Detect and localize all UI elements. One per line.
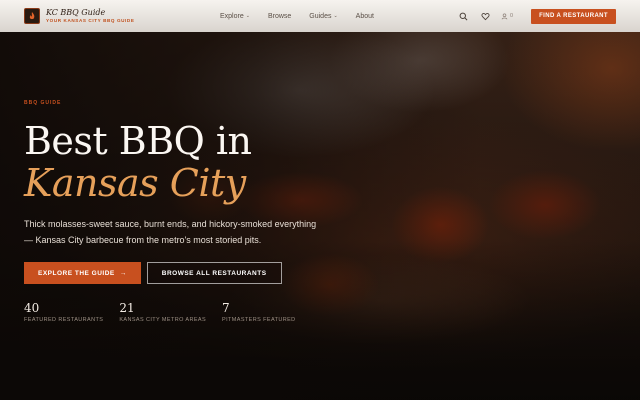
nav-item-label: Browse xyxy=(267,12,292,20)
explore-guide-button[interactable]: EXPLORE THE GUIDE → xyxy=(24,262,141,284)
heart-icon[interactable] xyxy=(479,10,491,22)
explore-guide-label: EXPLORE THE GUIDE xyxy=(38,269,115,277)
account-button[interactable]: 0 xyxy=(501,12,514,20)
hero-section: BBQ GUIDE Best BBQ in Kansas City Thick … xyxy=(24,100,344,323)
stat-featured-restaurants: 40 FEATURED RESTAURANTS xyxy=(24,302,103,323)
page-title: Best BBQ in Kansas City xyxy=(24,120,344,204)
main-nav: Explore ⌄ Browse Guides ⌄ About xyxy=(220,13,374,20)
chevron-down-icon: ⌄ xyxy=(245,13,250,19)
find-restaurant-button[interactable]: FIND A RESTAURANT xyxy=(531,8,616,24)
account-count: 0 xyxy=(510,13,514,19)
nav-item-browse[interactable]: Browse xyxy=(268,13,291,20)
brand-tagline: YOUR KANSAS CITY BBQ GUIDE xyxy=(46,17,135,23)
title-line-2: Kansas City xyxy=(24,161,246,205)
stat-metro-areas: 21 KANSAS CITY METRO AREAS xyxy=(119,302,206,323)
header-actions: 0 FIND A RESTAURANT xyxy=(457,8,616,24)
stat-pitmasters: 7 PITMASTERS FEATURED xyxy=(222,302,296,323)
search-icon[interactable] xyxy=(457,10,469,22)
hero-eyebrow: BBQ GUIDE xyxy=(24,100,62,106)
hero-description: Thick molasses-sweet sauce, burnt ends, … xyxy=(24,219,317,245)
flame-icon xyxy=(24,8,40,24)
nav-item-explore[interactable]: Explore ⌄ xyxy=(220,13,250,20)
arrow-right-icon: → xyxy=(119,269,127,277)
stat-label: PITMASTERS FEATURED xyxy=(222,317,296,323)
stat-label: FEATURED RESTAURANTS xyxy=(24,317,104,323)
brand-name: KC BBQ Guide xyxy=(46,7,106,17)
stat-value: 21 xyxy=(119,301,135,315)
user-icon xyxy=(501,12,508,19)
nav-item-label: Guides xyxy=(309,12,332,20)
browse-restaurants-button[interactable]: BROWSE ALL RESTAURANTS xyxy=(146,262,282,284)
site-header: KC BBQ Guide YOUR KANSAS CITY BBQ GUIDE … xyxy=(0,0,640,32)
chevron-down-icon: ⌄ xyxy=(333,13,338,19)
stat-value: 40 xyxy=(24,301,40,315)
stat-label: KANSAS CITY METRO AREAS xyxy=(119,317,207,323)
hero-stats: 40 FEATURED RESTAURANTS 21 KANSAS CITY M… xyxy=(24,302,344,323)
nav-item-label: About xyxy=(355,12,374,20)
nav-item-about[interactable]: About xyxy=(356,13,374,20)
nav-item-label: Explore xyxy=(220,12,244,20)
brand-logo-link[interactable]: KC BBQ Guide YOUR KANSAS CITY BBQ GUIDE xyxy=(24,8,220,24)
nav-item-guides[interactable]: Guides ⌄ xyxy=(309,13,337,20)
hero-actions: EXPLORE THE GUIDE → BROWSE ALL RESTAURAN… xyxy=(24,262,344,284)
stat-value: 7 xyxy=(222,301,230,315)
title-line-1: Best BBQ in xyxy=(24,119,252,163)
